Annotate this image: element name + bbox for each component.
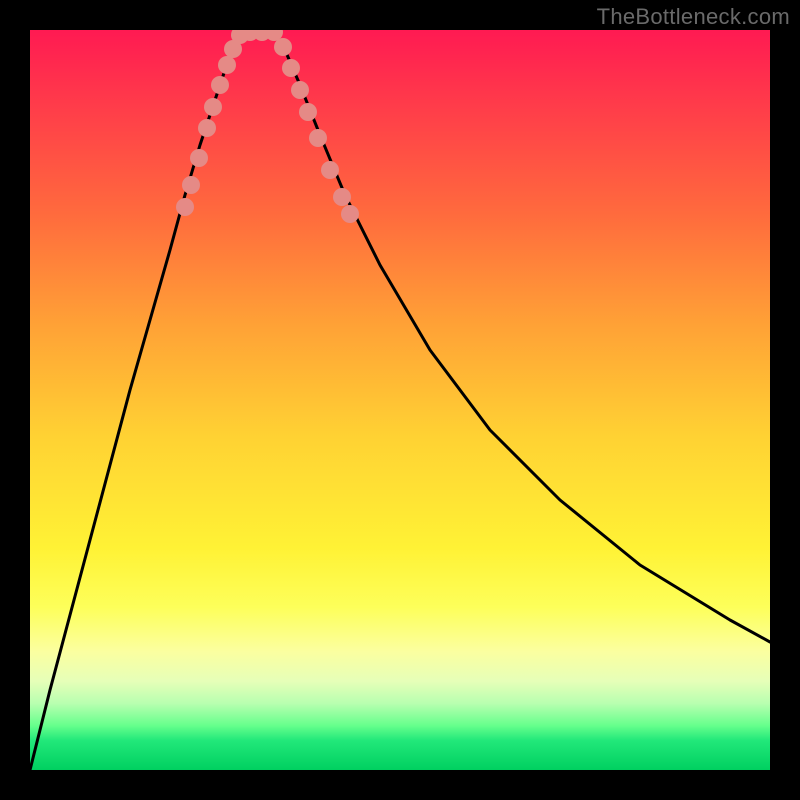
data-dot: [190, 149, 208, 167]
data-dot: [321, 161, 339, 179]
watermark-text: TheBottleneck.com: [597, 4, 790, 30]
plot-background: [30, 30, 770, 770]
data-dots: [176, 30, 359, 223]
data-dot: [204, 98, 222, 116]
data-dot: [274, 38, 292, 56]
data-dot: [176, 198, 194, 216]
v-curve-path: [30, 32, 770, 770]
chart-frame: TheBottleneck.com: [0, 0, 800, 800]
data-dot: [198, 119, 216, 137]
data-dot: [218, 56, 236, 74]
data-dot: [182, 176, 200, 194]
data-dot: [341, 205, 359, 223]
data-dot: [291, 81, 309, 99]
data-dot: [333, 188, 351, 206]
bottleneck-curve: [30, 32, 770, 770]
data-dot: [299, 103, 317, 121]
data-dot: [282, 59, 300, 77]
chart-svg: [30, 30, 770, 770]
data-dot: [309, 129, 327, 147]
data-dot: [211, 76, 229, 94]
